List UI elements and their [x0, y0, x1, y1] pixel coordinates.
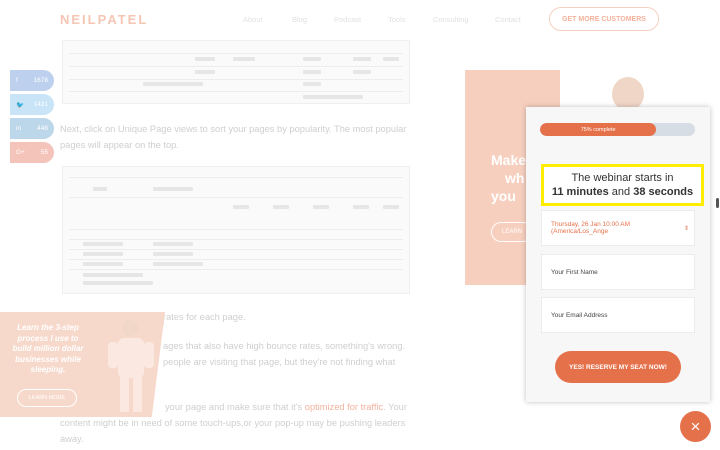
nav-tools[interactable]: Tools	[388, 15, 406, 24]
progress-label: 75% complete	[580, 126, 616, 133]
facebook-icon: f	[16, 77, 18, 84]
article-paragraph-5: content might be in need of some touch-u…	[60, 415, 420, 447]
facebook-count: 1678	[33, 77, 48, 84]
google-plus-share-button[interactable]: G+ 55	[10, 142, 54, 163]
countdown-time: 11 minutes and 38 seconds	[544, 185, 701, 199]
nav-about[interactable]: About	[243, 15, 263, 24]
right-promo-line-1: Make	[491, 152, 527, 168]
left-promo-text: Learn the 3-step process I use to build …	[12, 323, 84, 374]
article-paragraph-3-line-1: ages that also have high bounce rates, s…	[163, 341, 406, 351]
get-more-customers-button[interactable]: GET MORE CUSTOMERS	[549, 7, 659, 31]
first-name-placeholder: Your First Name	[551, 268, 598, 276]
webinar-date-select[interactable]: Thursday, 26 Jan 10:00 AM (America/Los_A…	[541, 210, 695, 246]
author-photo	[612, 77, 644, 111]
dropdown-arrows-icon: ⇕	[683, 225, 689, 232]
page: NEILPATEL About Blog Podcast Tools Consu…	[0, 0, 720, 450]
article-paragraph-5-line-1: content might be in need of some touch-u…	[60, 418, 406, 428]
left-promo-learn-more-button[interactable]: LEARN MORE	[17, 389, 77, 407]
progress-bar: 75% complete	[540, 123, 695, 136]
linkedin-count: 448	[37, 125, 48, 132]
countdown-minutes: 11 minutes	[551, 186, 609, 198]
analytics-table-screenshot-middle	[62, 166, 410, 294]
article-paragraph-1: Next, click on Unique Page views to sort…	[60, 124, 407, 150]
webinar-date-value: Thursday, 26 Jan 10:00 AM (America/Los_A…	[551, 221, 631, 235]
twitter-share-button[interactable]: 🐦 1431	[10, 94, 54, 115]
close-modal-button[interactable]: ×	[680, 411, 711, 442]
webinar-countdown: The webinar starts in 11 minutes and 38 …	[541, 164, 704, 206]
progress-bar-fill: 75% complete	[540, 123, 657, 136]
right-promo-line-3: you	[491, 188, 516, 204]
countdown-prefix: The webinar starts in	[571, 172, 674, 184]
google-plus-icon: G+	[16, 149, 25, 156]
analytics-table-screenshot-top	[62, 40, 410, 104]
nav-podcast[interactable]: Podcast	[334, 15, 361, 24]
countdown-seconds: 38 seconds	[633, 186, 694, 198]
site-header: NEILPATEL About Blog Podcast Tools Consu…	[0, 0, 720, 40]
person-illustration	[108, 320, 154, 412]
first-name-field[interactable]: Your First Name	[541, 254, 695, 290]
right-promo-learn-button[interactable]: LEARN	[491, 222, 531, 242]
linkedin-share-button[interactable]: in 448	[10, 118, 54, 139]
article-paragraph-3-line-2: people are visiting that page, but they'…	[163, 357, 396, 367]
nav-consulting[interactable]: Consulting	[433, 15, 468, 24]
twitter-icon: 🐦	[16, 101, 25, 109]
article-paragraph-4-text-b: . Your	[383, 402, 407, 412]
nav-contact[interactable]: Contact	[495, 15, 521, 24]
countdown-and: and	[611, 186, 631, 198]
twitter-count: 1431	[33, 101, 48, 108]
email-field[interactable]: Your Email Address	[541, 297, 695, 333]
facebook-share-button[interactable]: f 1678	[10, 70, 54, 91]
article-paragraph-5-line-2: away.	[60, 434, 84, 444]
reserve-seat-button[interactable]: YES! RESERVE MY SEAT NOW!	[555, 351, 681, 383]
close-icon: ×	[690, 416, 701, 436]
article-paragraph-4-text-a: your page and make sure that it's	[165, 402, 303, 412]
article-paragraph-2-text: rates for each page.	[163, 312, 246, 322]
scrollbar-thumb[interactable]	[716, 198, 719, 208]
optimized-for-traffic-link[interactable]: optimized for traffic	[305, 402, 383, 412]
google-plus-count: 55	[40, 149, 48, 156]
nav-blog[interactable]: Blog	[292, 15, 307, 24]
right-promo-line-2: wh	[505, 170, 525, 186]
article-paragraph-4: your page and make sure that it's optimi…	[165, 399, 415, 415]
linkedin-icon: in	[16, 125, 22, 132]
site-logo[interactable]: NEILPATEL	[60, 12, 148, 27]
article-paragraph-2: rates for each page.	[163, 309, 246, 325]
article-paragraph-3: ages that also have high bounce rates, s…	[163, 338, 413, 370]
right-promo-text: Make wh you	[491, 151, 526, 205]
email-placeholder: Your Email Address	[551, 311, 608, 319]
